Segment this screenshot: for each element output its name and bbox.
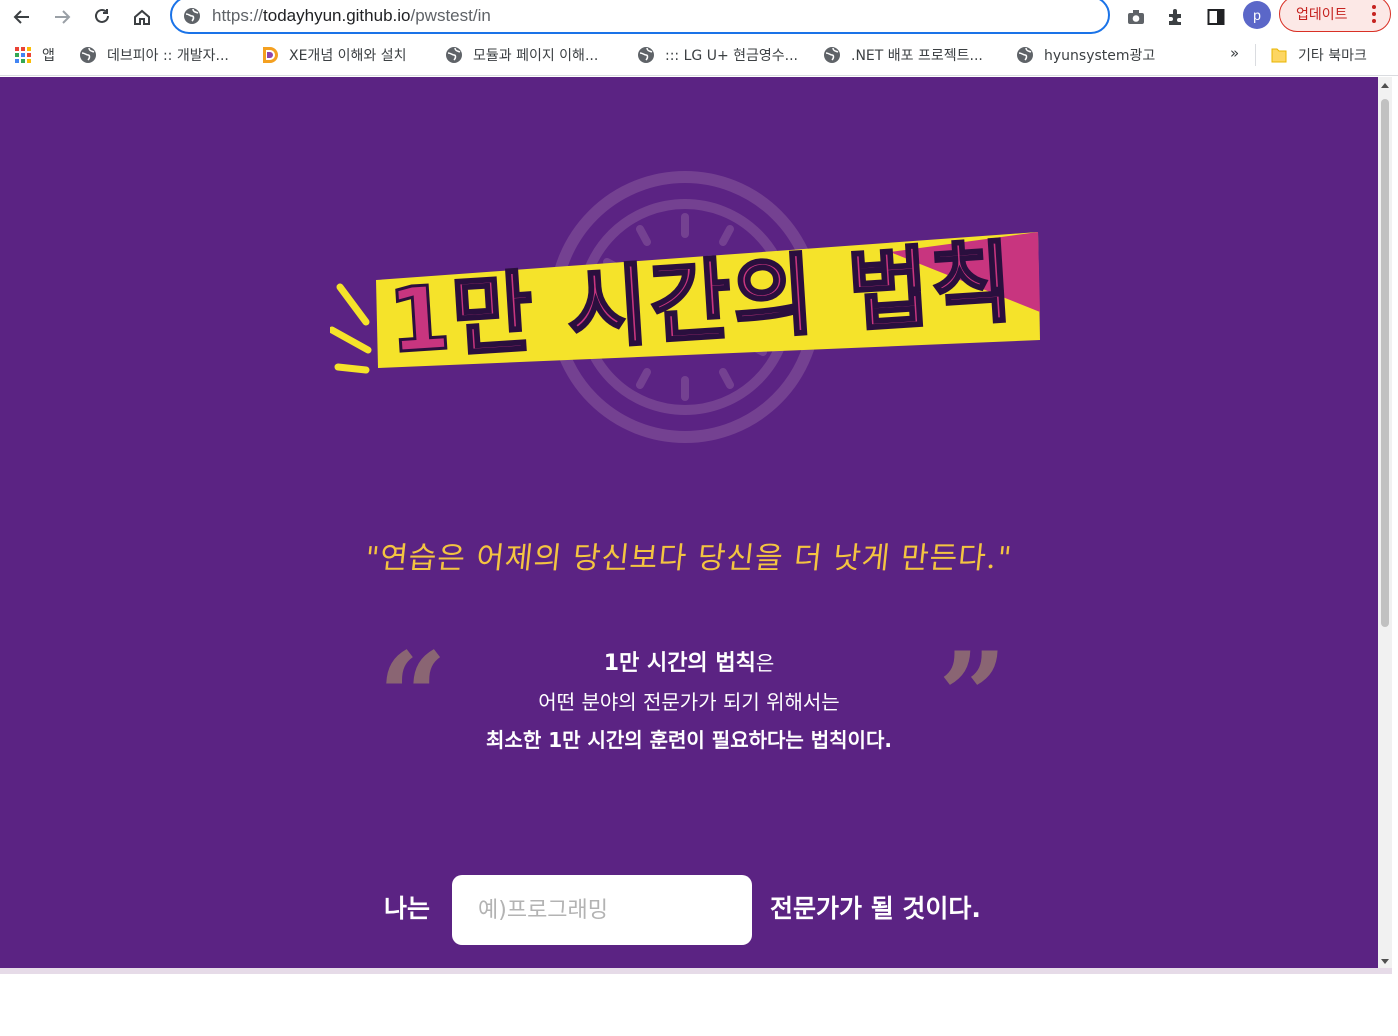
globe-icon: [1017, 47, 1033, 63]
bookmarks-bar: 앱 데브피아 :: 개발자... XE개념 이해와 설치 모듈과 페이지 이해.…: [0, 34, 1398, 76]
form-prefix-label: 나는: [384, 894, 431, 923]
bookmark-apps[interactable]: 앱: [14, 43, 55, 67]
bookmark-lgu[interactable]: ::: LG U+ 현금영수...: [637, 43, 798, 67]
d-logo-icon: [263, 47, 278, 63]
update-label: 업데이트: [1296, 7, 1348, 23]
bookmark-label: 모듈과 페이지 이해...: [473, 48, 599, 64]
reload-icon[interactable]: [88, 3, 116, 31]
url-host: todayhyun.github.io: [263, 6, 411, 25]
apps-grid-icon: [15, 47, 31, 63]
extensions-puzzle-icon[interactable]: [1162, 3, 1190, 31]
bookmark-label: ::: LG U+ 현금영수...: [665, 48, 798, 64]
hero-banner: 1만 시간의 법칙: [328, 162, 1050, 452]
bookmark-label: 기타 북마크: [1298, 48, 1367, 64]
browser-toolbar: https://todayhyun.github.io/pwstest/in p…: [0, 0, 1398, 34]
address-bar[interactable]: https://todayhyun.github.io/pwstest/in: [170, 0, 1110, 34]
hero-graphic: 1만 시간의 법칙: [328, 171, 1040, 443]
bookmarks-overflow-chevron[interactable]: »: [1230, 44, 1239, 62]
bookmark-hyunsystem[interactable]: hyunsystem광고: [1016, 43, 1155, 67]
description-line-1: 1만 시간의 법칙은: [0, 644, 1378, 683]
bookmark-label: 앱: [42, 48, 55, 64]
description-title: 1만 시간의 법칙: [603, 651, 756, 676]
side-panel-icon[interactable]: [1202, 3, 1230, 31]
url-text: https://todayhyun.github.io/pwstest/in: [212, 6, 491, 26]
folder-icon: [1271, 48, 1287, 63]
more-menu-icon[interactable]: [1372, 5, 1376, 23]
scroll-down-arrow-icon[interactable]: [1381, 959, 1389, 964]
page-scrollbar[interactable]: [1378, 77, 1392, 968]
next-section-edge: [0, 968, 1392, 974]
page-viewport: 1만 시간의 법칙 "연습은 어제의 당신보다 당신을 더 낫게 만든다." “…: [0, 77, 1378, 968]
description-title-suffix: 은: [755, 651, 775, 675]
hero-title: 1만 시간의 법칙: [386, 230, 1017, 372]
update-button[interactable]: 업데이트: [1279, 0, 1391, 32]
bookmarks-divider: [1255, 44, 1256, 66]
bookmark-other[interactable]: 기타 북마크: [1270, 43, 1367, 67]
bookmark-label: .NET 배포 프로젝트...: [851, 48, 983, 64]
camera-icon[interactable]: [1122, 3, 1150, 31]
home-icon[interactable]: [128, 3, 156, 31]
burst-lines: [328, 283, 372, 374]
globe-icon: [638, 47, 654, 63]
bookmark-label: 데브피아 :: 개발자...: [107, 48, 229, 64]
goal-form: 나는 전문가가 될 것이다.: [0, 875, 1378, 945]
bookmark-label: XE개념 이해와 설치: [289, 48, 407, 64]
bookmark-label: hyunsystem광고: [1044, 48, 1156, 64]
profile-avatar[interactable]: p: [1243, 1, 1271, 29]
field-input[interactable]: [452, 875, 752, 945]
globe-icon: [80, 47, 96, 63]
url-scheme: https://: [212, 6, 264, 25]
bookmark-module[interactable]: 모듈과 페이지 이해...: [445, 43, 598, 67]
description-line-2: 어떤 분야의 전문가가 되기 위해서는: [538, 690, 840, 714]
description-line-3: 최소한 1만 시간의 훈련이 필요하다는 법칙이다.: [486, 728, 892, 752]
forward-arrow-icon[interactable]: [48, 3, 76, 31]
description-block: 1만 시간의 법칙은 어떤 분야의 전문가가 되기 위해서는 최소한 1만 시간…: [0, 644, 1378, 759]
globe-icon: [446, 47, 462, 63]
back-arrow-icon[interactable]: [8, 3, 36, 31]
bookmark-dotnet[interactable]: .NET 배포 프로젝트...: [823, 43, 983, 67]
scroll-thumb[interactable]: [1381, 99, 1389, 627]
bookmark-xe[interactable]: XE개념 이해와 설치: [261, 43, 407, 67]
tagline-quote: "연습은 어제의 당신보다 당신을 더 낫게 만든다.": [363, 541, 1014, 576]
globe-icon: [824, 47, 840, 63]
url-path: /pwstest/in: [410, 6, 491, 25]
bookmark-devpia[interactable]: 데브피아 :: 개발자...: [79, 43, 229, 67]
form-suffix-label: 전문가가 될 것이다.: [770, 894, 981, 923]
scroll-up-arrow-icon[interactable]: [1381, 83, 1389, 88]
site-info-icon[interactable]: [182, 6, 202, 26]
